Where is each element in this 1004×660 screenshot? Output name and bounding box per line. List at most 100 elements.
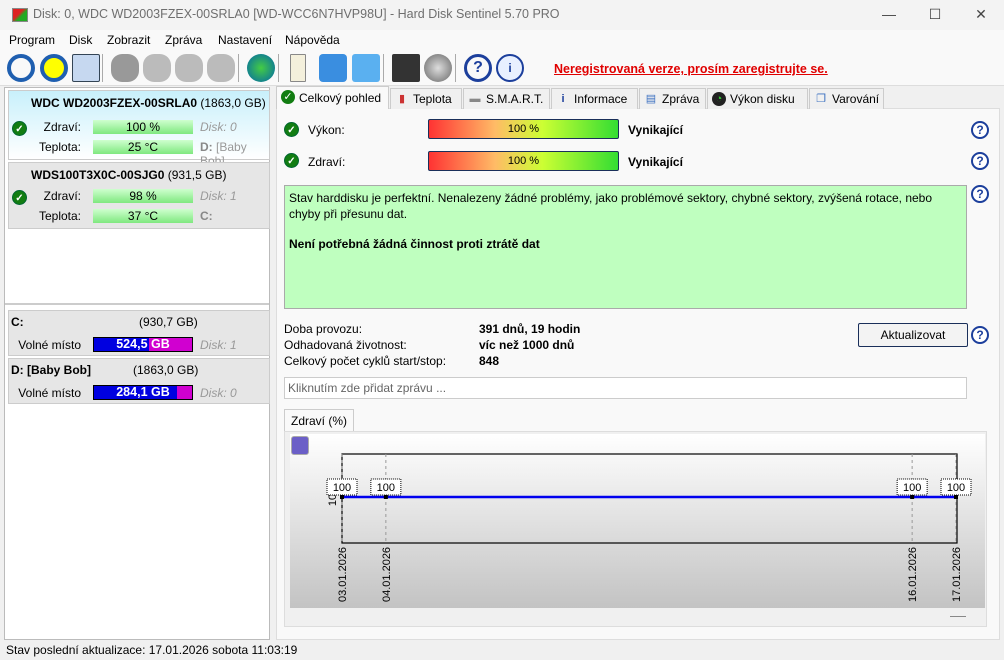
- menu-nastaveni[interactable]: Nastavení: [218, 33, 272, 47]
- data-point: [910, 495, 915, 499]
- disk-card-1[interactable]: WDS100T3X0C-00SJG0 (931,5 GB) ✓ Zdraví: …: [8, 162, 270, 229]
- free-label: Volné místo: [18, 338, 81, 352]
- refresh-warning-icon[interactable]: [40, 54, 68, 82]
- menu-napoveda[interactable]: Nápověda: [285, 33, 340, 47]
- free-label: Volné místo: [18, 386, 81, 400]
- help-icon[interactable]: ?: [971, 152, 989, 170]
- plot-frame: [341, 453, 958, 544]
- volume-name: D: [Baby Bob]: [11, 363, 91, 377]
- drive-letter: D:: [200, 140, 213, 154]
- free-space-bar: 284,1 GB: [93, 385, 193, 400]
- temp-label: Teplota:: [38, 140, 81, 154]
- cycles-value: 848: [479, 354, 500, 368]
- disk-index: Disk: 1: [200, 338, 237, 352]
- send-icon[interactable]: [319, 54, 347, 82]
- window-title: Disk: 0, WDC WD2003FZEX-00SRLA0 [WD-WCC6…: [33, 7, 560, 21]
- tools-icon[interactable]: [392, 54, 420, 82]
- free-space-bar: 524,5 GB: [93, 337, 193, 352]
- toolbar: ? i: [0, 50, 1004, 86]
- disk-clock-icon[interactable]: [143, 54, 171, 82]
- health-bar: 98 %: [93, 189, 193, 203]
- disk-index: Disk: 0: [200, 386, 237, 400]
- health-chart: 100 100 03.01.2026 100 04.01.2026 100 16.01.20…: [326, 453, 972, 602]
- tab-temperature[interactable]: ▮ Teplota: [390, 88, 462, 109]
- divider: [5, 303, 269, 305]
- data-label: 100: [947, 482, 965, 494]
- status-bar: Stav poslední aktualizace: 17.01.2026 so…: [0, 640, 1004, 657]
- health-bar: 100 %: [93, 120, 193, 134]
- volume-card-d[interactable]: D: [Baby Bob] (1863,0 GB) Volné místo 28…: [8, 358, 270, 404]
- volume-size: (930,7 GB): [139, 315, 198, 329]
- ok-check-icon: ✓: [284, 122, 299, 137]
- volume-card-c[interactable]: C: (930,7 GB) Volné místo 524,5 GB Disk:…: [8, 310, 270, 356]
- temp-bar: 37 °C: [93, 209, 193, 223]
- health-verdict: Vynikající: [628, 155, 683, 169]
- app-icon: [12, 8, 28, 22]
- drive-letter: C:: [200, 209, 213, 223]
- disk-size: (1863,0 GB): [200, 96, 266, 110]
- data-point: [383, 495, 388, 499]
- uptime-value: 391 dnů, 19 hodin: [479, 322, 581, 336]
- ok-check-icon: ✓: [284, 153, 299, 168]
- data-label: 100: [377, 482, 395, 494]
- tab-information[interactable]: i Informace: [551, 88, 638, 109]
- cycles-label: Celkový počet cyklů start/stop:: [284, 354, 447, 368]
- close-button[interactable]: ✕: [958, 0, 1004, 30]
- message-input[interactable]: Kliknutím zde přidat zprávu ...: [284, 377, 967, 399]
- chart-tab-health[interactable]: Zdraví (%): [284, 409, 354, 431]
- data-label: 100: [333, 482, 351, 494]
- health-label: Zdraví:: [308, 155, 346, 169]
- uptime-label: Doba provozu:: [284, 322, 363, 336]
- menu-disk[interactable]: Disk: [69, 33, 92, 47]
- volume-size: (1863,0 GB): [133, 363, 199, 377]
- status-box: Stav harddisku je perfektní. Nenalezeny …: [284, 185, 967, 309]
- scroll-indicator: [950, 616, 966, 617]
- unregistered-link[interactable]: Neregistrovaná verze, prosím zaregistruj…: [554, 62, 828, 76]
- tab-smart[interactable]: ▬ S.M.A.R.T.: [463, 88, 550, 109]
- menu-zprava[interactable]: Zpráva: [165, 33, 202, 47]
- update-button[interactable]: Aktualizovat: [858, 323, 968, 347]
- help-icon[interactable]: ?: [464, 54, 492, 82]
- disk-card-0[interactable]: WDC WD2003FZEX-00SRLA0 (1863,0 GB) ✓ Zdr…: [8, 90, 270, 168]
- help-icon[interactable]: ?: [971, 185, 989, 203]
- speaker-icon[interactable]: [424, 54, 452, 82]
- health-label: Zdraví:: [43, 189, 81, 203]
- temp-bar: 25 °C: [93, 140, 193, 154]
- disk-index: Disk: 0: [200, 120, 237, 134]
- disk-check-icon[interactable]: [175, 54, 203, 82]
- menu-program[interactable]: Program: [9, 33, 55, 47]
- minimize-button[interactable]: —: [866, 0, 912, 30]
- disk-icon[interactable]: [72, 54, 100, 82]
- performance-verdict: Vynikající: [628, 123, 683, 137]
- tab-alerts[interactable]: ❐ Varování: [809, 88, 884, 109]
- status-action: Není potřebná žádná činnost proti ztrátě…: [289, 237, 540, 251]
- network-icon[interactable]: [352, 54, 380, 82]
- status-text: Stav harddisku je perfektní. Nenalezeny …: [289, 191, 933, 221]
- maximize-button[interactable]: ☐: [912, 0, 958, 30]
- help-icon[interactable]: ?: [971, 326, 989, 344]
- info-icon[interactable]: i: [496, 54, 524, 82]
- temp-label: Teplota:: [38, 209, 81, 223]
- help-icon[interactable]: ?: [971, 121, 989, 139]
- x-tick-label: 04.01.2026: [381, 547, 393, 602]
- volume-name: C:: [11, 315, 24, 329]
- health-label: Zdraví:: [43, 120, 81, 134]
- disk-search-icon[interactable]: [207, 54, 235, 82]
- disk-model: WDC WD2003FZEX-00SRLA0: [31, 96, 198, 110]
- tab-overview[interactable]: ✓ Celkový pohled: [276, 86, 389, 109]
- globe-icon[interactable]: [247, 54, 275, 82]
- tab-disk-performance[interactable]: ◔ Výkon disku: [707, 88, 808, 109]
- data-point: [340, 495, 344, 499]
- menu-zobrazit[interactable]: Zobrazit: [107, 33, 150, 47]
- tab-report[interactable]: ▤ Zpráva: [639, 88, 706, 109]
- disk-gray-icon[interactable]: [111, 54, 139, 82]
- data-label: 100: [903, 482, 921, 494]
- refresh-icon[interactable]: [7, 54, 35, 82]
- performance-label: Výkon:: [308, 123, 345, 137]
- menu-bar: Program Disk Zobrazit Zpráva Nastavení N…: [0, 30, 1004, 50]
- performance-bar: 100 %: [428, 119, 619, 139]
- report-icon[interactable]: [290, 54, 306, 82]
- x-tick-label: 03.01.2026: [337, 547, 349, 602]
- disk-list-pane: WDC WD2003FZEX-00SRLA0 (1863,0 GB) ✓ Zdr…: [4, 87, 270, 640]
- disk-index: Disk: 1: [200, 189, 237, 203]
